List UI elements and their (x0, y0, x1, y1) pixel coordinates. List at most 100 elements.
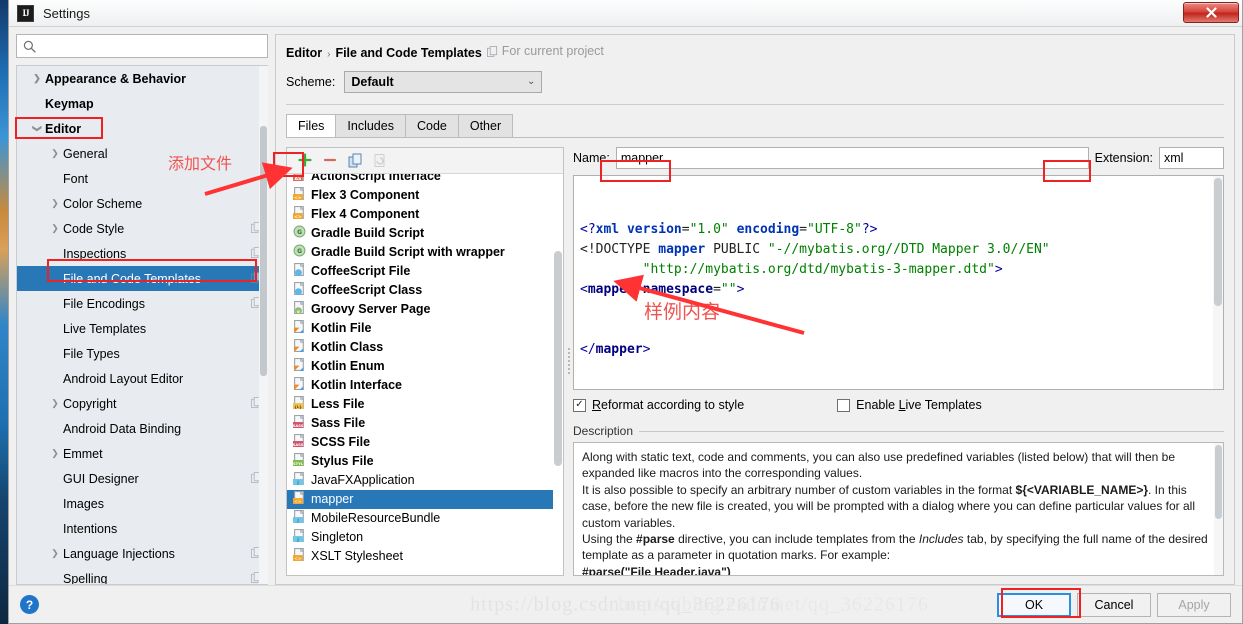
sidebar-item-keymap[interactable]: Keymap (17, 91, 268, 116)
split-panel: AS ActionScript Interface <> Flex 3 Compone… (286, 146, 1224, 577)
sidebar-item-label: Language Injections (63, 546, 175, 561)
template-list-item[interactable]: <> mapper (287, 489, 563, 509)
template-list-item[interactable]: {L} Less File (287, 395, 563, 414)
template-list-item[interactable]: <> XSLT Stylesheet (287, 547, 563, 566)
code-line: "http://mybatis.org/dtd/mybatis-3-mapper… (642, 261, 1003, 277)
template-list-item[interactable]: <> Flex 4 Component (287, 205, 563, 224)
template-list-item[interactable]: SASS Sass File (287, 414, 563, 433)
sidebar-item-label: Color Scheme (63, 196, 143, 211)
close-button[interactable] (1183, 2, 1239, 23)
copy-template-button[interactable] (344, 150, 366, 170)
code-scrollbar[interactable] (1213, 175, 1223, 389)
search-input[interactable] (41, 38, 261, 54)
svg-text:<>: <> (294, 195, 302, 200)
template-list-item[interactable]: J JavaFXApplication (287, 471, 563, 490)
sidebar-item-android-data-binding[interactable]: Android Data Binding (17, 416, 268, 441)
sidebar-item-label: Appearance & Behavior (45, 71, 187, 86)
template-list-item[interactable]: G Gradle Build Script with wrapper (287, 243, 563, 262)
sidebar-item-code-style[interactable]: ❯ Code Style (17, 216, 268, 241)
template-list-item[interactable]: CoffeeScript File (287, 262, 563, 281)
settings-content: Editor › File and Code Templates For cur… (275, 34, 1235, 585)
tab-files[interactable]: Files (286, 113, 337, 137)
search-box[interactable] (16, 34, 268, 58)
template-label: Kotlin File (311, 321, 372, 335)
template-code-editor[interactable]: <?xml version="1.0" encoding="UTF-8"?> <!… (573, 174, 1224, 390)
ok-button[interactable]: OK (997, 592, 1071, 617)
name-input[interactable]: mapper (615, 146, 1089, 169)
template-list-item[interactable]: CoffeeScript Class (287, 281, 563, 300)
sidebar-item-emmet[interactable]: ❯ Emmet (17, 441, 268, 466)
template-list-item[interactable]: SASS SCSS File (287, 433, 563, 452)
live-templates-checkbox[interactable]: Enable Live Templates (837, 398, 982, 412)
name-value: mapper (620, 150, 664, 165)
sidebar-item-file-types[interactable]: File Types (17, 341, 268, 366)
sidebar-item-color-scheme[interactable]: ❯ Color Scheme (17, 191, 268, 216)
template-label: Stylus File (311, 454, 374, 468)
watermark: https://blog.csdn.net/qq_36226176 (470, 593, 781, 615)
apply-button[interactable]: Apply (1157, 592, 1231, 617)
sidebar-scrollbar-thumb[interactable] (260, 126, 267, 376)
sidebar-item-spelling[interactable]: Spelling (17, 566, 268, 584)
template-label: Singleton (311, 530, 364, 544)
remove-template-button[interactable] (319, 150, 341, 170)
intellij-logo-icon: IJ (17, 4, 34, 22)
templates-toolbar (287, 147, 563, 174)
help-button[interactable]: ? (20, 595, 39, 614)
sidebar-item-live-templates[interactable]: Live Templates (17, 316, 268, 341)
sidebar-item-editor[interactable]: ❯ Editor (17, 116, 268, 141)
sidebar-item-label: File and Code Templates (63, 271, 202, 286)
kotlin-file-icon (294, 376, 305, 390)
description-text[interactable]: Along with static text, code and comment… (573, 442, 1224, 576)
svg-text:G: G (297, 248, 302, 255)
sidebar-item-general[interactable]: ❯ General (17, 141, 268, 166)
sidebar-item-inspections[interactable]: Inspections (17, 241, 268, 266)
template-list-item[interactable]: STYL Stylus File (287, 452, 563, 471)
template-list-item[interactable]: Kotlin Interface (287, 376, 563, 395)
tab-includes[interactable]: Includes (335, 113, 406, 137)
sidebar-item-gui-designer[interactable]: GUI Designer (17, 466, 268, 491)
add-template-button[interactable] (294, 150, 316, 170)
template-list-item[interactable]: Kotlin Class (287, 338, 563, 357)
reset-template-button[interactable] (369, 150, 391, 170)
template-list-item[interactable]: Kotlin File (287, 319, 563, 338)
description-scrollbar-thumb[interactable] (1215, 445, 1222, 519)
templates-scrollbar[interactable] (553, 173, 563, 575)
tab-code[interactable]: Code (404, 113, 459, 137)
template-label: Sass File (311, 416, 366, 430)
sidebar-item-android-layout-editor[interactable]: Android Layout Editor (17, 366, 268, 391)
code-line: </mapper> (580, 341, 651, 357)
sidebar-item-file-and-code-templates[interactable]: File and Code Templates (17, 266, 268, 291)
extension-input[interactable]: xml (1159, 146, 1224, 169)
title-bar: IJ Settings (9, 0, 1242, 27)
tab-other[interactable]: Other (457, 113, 514, 137)
template-list-item[interactable]: J MobileResourceBundle (287, 509, 563, 528)
close-icon (1205, 7, 1217, 18)
panel-splitter[interactable] (564, 147, 573, 577)
templates-list[interactable]: AS ActionScript Interface <> Flex 3 Compone… (287, 173, 563, 575)
sidebar-scrollbar[interactable] (259, 66, 268, 584)
template-label: JavaFXApplication (311, 473, 415, 487)
scheme-select[interactable]: Default ⌄ (344, 70, 543, 93)
sidebar-item-font[interactable]: Font (17, 166, 268, 191)
sidebar-item-language-injections[interactable]: ❯ Language Injections (17, 541, 268, 566)
template-list-item[interactable]: G Gradle Build Script (287, 224, 563, 243)
flex-file-icon: <> (293, 205, 306, 222)
cancel-button[interactable]: Cancel (1077, 592, 1151, 617)
template-list-item[interactable]: AS ActionScript Interface (287, 173, 563, 186)
template-list-item[interactable]: <> Flex 3 Component (287, 186, 563, 205)
sidebar-item-file-encodings[interactable]: File Encodings (17, 291, 268, 316)
chevron-right-icon: ❯ (51, 448, 59, 458)
sidebar-item-appearance-behavior[interactable]: ❯ Appearance & Behavior (17, 66, 268, 91)
template-list-item[interactable]: J Singleton (287, 528, 563, 547)
sidebar-item-copyright[interactable]: ❯ Copyright (17, 391, 268, 416)
description-scrollbar[interactable] (1214, 443, 1223, 575)
sidebar-item-intentions[interactable]: Intentions (17, 516, 268, 541)
code-scrollbar-thumb[interactable] (1214, 177, 1222, 306)
reformat-checkbox[interactable]: ✓ Reformat according to style (573, 398, 744, 412)
settings-tree[interactable]: ❯ Appearance & Behavior Keymap ❯ Editor ❯ Gene… (16, 65, 268, 585)
templates-scrollbar-thumb[interactable] (554, 250, 562, 466)
breadcrumb-parent[interactable]: Editor (286, 46, 322, 60)
sidebar-item-images[interactable]: Images (17, 491, 268, 516)
template-list-item[interactable]: g Groovy Server Page (287, 300, 563, 319)
template-list-item[interactable]: Kotlin Enum (287, 357, 563, 376)
